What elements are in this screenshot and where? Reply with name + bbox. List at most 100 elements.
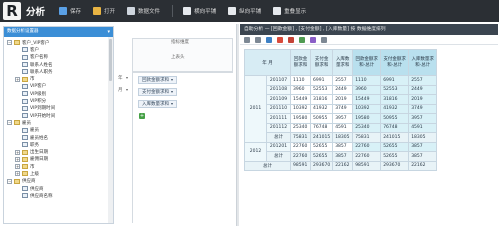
add-measure-button[interactable]: +	[139, 113, 145, 119]
back-icon[interactable]	[244, 36, 250, 43]
tree-item[interactable]: − 供应商	[4, 178, 113, 185]
collapse-icon[interactable]: −	[7, 178, 12, 184]
value-cell: 50955	[309, 113, 334, 124]
tree-scrollbar[interactable]	[108, 37, 113, 223]
forward-icon[interactable]	[255, 36, 261, 43]
chevron-down-icon[interactable]: ▾	[171, 77, 173, 82]
open-button[interactable]: 打开	[93, 7, 115, 15]
tree-item-label: VIP客户	[30, 84, 47, 90]
value-cell: 2557	[408, 75, 438, 86]
horizontal-tile-button[interactable]: 横向平铺	[183, 7, 216, 15]
tree-item[interactable]: VIP级别	[4, 90, 113, 97]
settings-icon[interactable]	[321, 36, 327, 43]
overlap-button[interactable]: 重叠显示	[273, 7, 306, 15]
value-cell: 15449	[290, 94, 311, 105]
tree-item[interactable]: 联系人姓名	[4, 61, 113, 68]
expand-icon[interactable]: +	[15, 156, 20, 162]
chevron-down-icon[interactable]: ▾	[171, 89, 173, 94]
value-cell: 6991	[309, 75, 334, 86]
chevron-down-icon[interactable]: ▾	[107, 27, 110, 37]
tree-item[interactable]: VIP开始时间	[4, 112, 113, 119]
table-row[interactable]: 2011 201107 1110 6991 2557 1110 6991 2557	[244, 75, 438, 143]
tree-item[interactable]: VIP积分	[4, 97, 113, 104]
pivot-table: 年 月回款金额求和 支付金额求和 入库数量求和 回款金额求和-总计 支付金额求和-总计入…	[244, 49, 438, 171]
tree-scroll-thumb[interactable]	[109, 39, 112, 81]
measure-chip-quantity[interactable]: 入库数量求和 ▾	[138, 100, 178, 108]
tree-item[interactable]: + 出生日期	[4, 148, 113, 155]
chart-icon[interactable]	[310, 36, 316, 43]
table-row[interactable]: 201108 3960 52553 2449 3960 52553 2449	[245, 84, 438, 95]
measure-chip-revenue[interactable]: 回款金额求和 ▾	[138, 76, 178, 84]
value-cell: 3960	[290, 84, 311, 95]
tree-item[interactable]: 客户	[4, 46, 113, 53]
tree-item[interactable]: + 上级	[4, 170, 113, 177]
tree-item[interactable]: 雇员姓名	[4, 134, 113, 141]
year-cell: 2012	[244, 141, 267, 162]
field-icon	[22, 69, 28, 75]
value-cell: 52655	[380, 141, 410, 152]
expand-icon[interactable]: +	[15, 171, 20, 177]
subtotal-row: 总计 22760 52655 3857 22760 52655 3857	[245, 151, 438, 162]
chevron-down-icon[interactable]: ▾	[126, 87, 128, 92]
tree-item-label: 供应商	[22, 179, 36, 185]
value-cell: 4591	[408, 122, 438, 133]
tree-item-label: 供应商	[30, 186, 44, 192]
tree-item[interactable]: + 雇佣日期	[4, 156, 113, 163]
subtotal-cell: 75831	[290, 132, 311, 143]
tree-item[interactable]: VIP到期时间	[4, 105, 113, 112]
table-row[interactable]: 201112 25340 76748 4591 25340 76748 4591	[245, 122, 438, 133]
tree-item[interactable]: 客户名称	[4, 54, 113, 61]
value-cell: 76748	[309, 122, 334, 133]
expand-icon[interactable]: +	[15, 149, 20, 155]
tree-item[interactable]: 联系人职务	[4, 68, 113, 75]
tree-item[interactable]: + 市	[4, 75, 113, 82]
table-row[interactable]: 201110 10392 41932 3749 10392 41932 3749	[245, 103, 438, 114]
vertical-tile-button[interactable]: 纵向平铺	[228, 7, 261, 15]
print-icon[interactable]	[288, 36, 294, 43]
field-tree-header[interactable]: 数据分析设置器 ▾	[4, 27, 113, 37]
open-label: 打开	[104, 9, 116, 15]
value-cell: 3957	[332, 113, 354, 124]
panel-splitter[interactable]	[236, 24, 239, 226]
tree-item[interactable]: 供应商名称	[4, 192, 113, 199]
tree-item[interactable]: 雇员	[4, 127, 113, 134]
tree-item[interactable]: 职务	[4, 141, 113, 148]
row-field-year[interactable]: 年	[118, 75, 123, 81]
collapse-icon[interactable]: −	[7, 40, 12, 46]
table-row[interactable]: 2012 201201 22760 52655 3857 22760 52655 3857	[244, 141, 438, 162]
export-excel-icon[interactable]	[299, 36, 305, 43]
table-row[interactable]: 201111 19580 50955 3957 19580 50955 3957	[245, 113, 438, 124]
tree-item[interactable]: − 雇员	[4, 119, 113, 126]
folder-icon	[22, 156, 28, 162]
tree-item[interactable]: − 客户_VIP客户	[4, 39, 113, 46]
value-cell: 22760	[290, 141, 311, 152]
month-cell: 201107	[266, 75, 291, 86]
measure-chip-payment[interactable]: 支付金额求和 ▾	[138, 88, 178, 96]
chevron-down-icon[interactable]: ▾	[126, 75, 128, 80]
row-field-month[interactable]: 月	[118, 87, 123, 93]
folder-icon	[22, 164, 28, 170]
expand-icon[interactable]: +	[15, 164, 20, 170]
folder-icon	[22, 171, 28, 177]
data-file-button[interactable]: 数据文件	[127, 7, 160, 15]
tree-item[interactable]: 供应商	[4, 185, 113, 192]
tree-item-label: VIP到期时间	[30, 106, 56, 112]
chevron-down-icon[interactable]: ▾	[171, 101, 173, 106]
folder-icon	[14, 40, 20, 46]
subtotal-cell: 3857	[408, 151, 438, 162]
expand-icon[interactable]: +	[15, 76, 20, 82]
export-pdf-icon[interactable]	[277, 36, 283, 43]
tree-item[interactable]: VIP客户	[4, 83, 113, 90]
table-row[interactable]: 201109 15449 31816 2019 15449 31816 2019	[245, 94, 438, 105]
field-icon	[22, 62, 28, 68]
tree-item-label: 出生日期	[30, 150, 48, 156]
save-icon	[59, 7, 68, 15]
tree-item-label: 联系人姓名	[30, 62, 53, 68]
analysis-panel: 自助分析 — [回款金额] , [支付金额] , [入库数量] 按 数据维度排列…	[240, 24, 498, 226]
value-cell: 52655	[309, 141, 334, 152]
value-cell: 22760	[352, 141, 382, 152]
collapse-icon[interactable]: −	[7, 120, 12, 126]
refresh-icon[interactable]	[266, 36, 272, 43]
tree-item[interactable]: + 市	[4, 163, 113, 170]
save-button[interactable]: 保存	[59, 7, 81, 15]
